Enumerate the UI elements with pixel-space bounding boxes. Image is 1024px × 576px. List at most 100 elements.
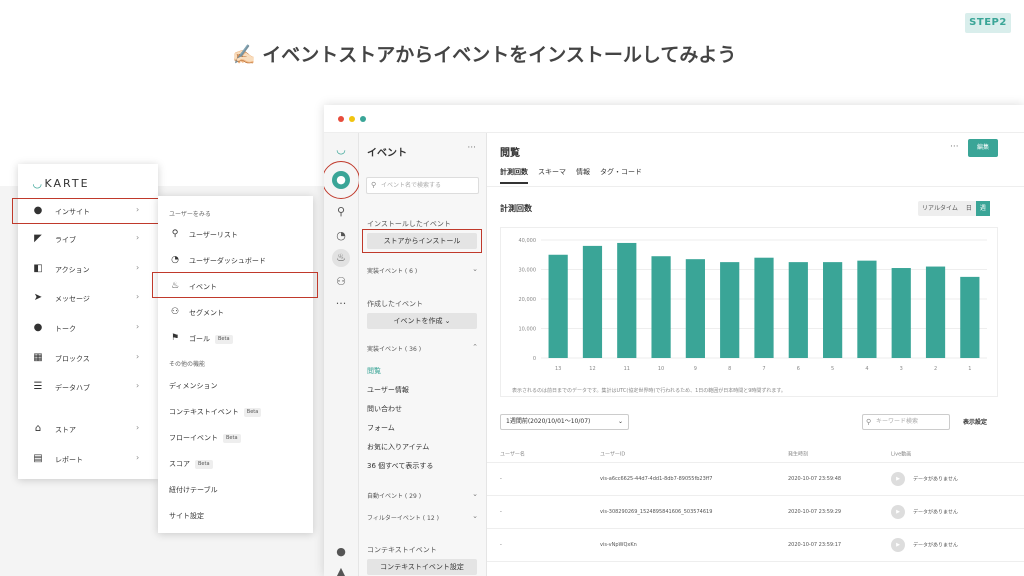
event-item-inquiry[interactable]: 問い合わせ (367, 404, 402, 414)
submenu-item-flow-event[interactable]: フローイベント Beta (158, 427, 313, 447)
range-realtime[interactable]: リアルタイム (918, 201, 962, 216)
table-row[interactable]: - vis-vNpWQxKn 2020-10-07 23:59:17 ▶ データ… (487, 529, 1024, 562)
tab-count[interactable]: 計測回数 (500, 167, 528, 184)
submenu-item-segment[interactable]: ⚇ セグメント (158, 302, 313, 322)
chart-bar[interactable] (685, 259, 705, 358)
window-close-dot[interactable] (338, 115, 344, 122)
menu-item-store[interactable]: ⌂ ストア › (18, 419, 158, 441)
insight-highlight-box (12, 198, 163, 224)
create-event-button[interactable]: イベントを作成 ⌄ (367, 313, 477, 329)
live-icon: ◤ (34, 233, 42, 244)
karte-logo-icon[interactable]: ◡ (332, 141, 350, 159)
submenu-item-site-settings[interactable]: サイト設定 (158, 505, 313, 525)
chevron-down-icon[interactable]: ⌄ (472, 512, 478, 520)
more-icon[interactable]: ··· (332, 295, 350, 313)
event-item-form[interactable]: フォーム (367, 423, 395, 433)
row-user-id[interactable]: vis-vNpWQxKn (600, 542, 637, 548)
row-user-id[interactable]: vis-a6cc6625-44d7-4dd1-8db7-89055fb23ff7 (600, 476, 712, 482)
submenu-item-label: ゴール Beta (189, 334, 233, 344)
play-icon[interactable]: ▶ (891, 538, 905, 552)
window-zoom-dot[interactable] (360, 115, 366, 122)
chevron-down-icon: ⌄ (617, 418, 623, 425)
table-row[interactable]: - vis-a6cc6625-44d7-4dd1-8db7-89055fb23f… (487, 463, 1024, 496)
submenu-item-context-event[interactable]: コンテキストイベント Beta (158, 401, 313, 421)
database-icon: ☰ (33, 381, 43, 392)
menu-item-blocks[interactable]: ▦ ブロックス › (18, 348, 158, 370)
menu-item-action[interactable]: ◧ アクション › (18, 259, 158, 281)
play-icon[interactable]: ▶ (891, 472, 905, 486)
auto-events-label[interactable]: 自動イベント ( 29 ) (367, 491, 421, 500)
submenu-section-users: ユーザーをみる (169, 211, 211, 218)
chevron-up-icon[interactable]: ⌃ (472, 343, 478, 351)
submenu-item-user-dashboard[interactable]: ◔ ユーザーダッシュボード (158, 250, 313, 270)
menu-item-talk[interactable]: ● トーク › (18, 318, 158, 340)
event-search-placeholder: イベント名で検索する (381, 182, 442, 189)
slide-title: ✍🏻 イベントストアからイベントをインストールしてみよう (232, 44, 737, 66)
chart-bar[interactable] (582, 245, 603, 358)
row-user-id[interactable]: vis-308290269_1524895841606_503574619 (600, 509, 712, 515)
chart-bar[interactable] (788, 262, 808, 358)
chart-bar[interactable] (754, 257, 774, 358)
bell-icon[interactable]: ▲ (332, 563, 350, 576)
display-settings-link[interactable]: 表示設定 (963, 417, 987, 426)
submenu-item-score[interactable]: スコア Beta (158, 453, 313, 473)
main-more-icon[interactable]: ··· (950, 142, 959, 152)
chart-bar[interactable] (548, 254, 568, 358)
chart-bar[interactable] (720, 262, 740, 358)
range-day[interactable]: 日 (962, 201, 976, 216)
installed-count-label[interactable]: 実装イベント ( 6 ) (367, 266, 417, 275)
insight-submenu: ユーザーをみる ⚲ ユーザーリスト ◔ ユーザーダッシュボード ♨ イベント ⚇… (158, 196, 313, 533)
event-panel: イベント ··· ⚲ イベント名で検索する インストールしたイベント ストアから… (359, 133, 487, 576)
chart-bar[interactable] (823, 262, 843, 358)
period-select[interactable]: 1週間前(2020/10/01〜10/07) ⌄ (500, 414, 629, 430)
submenu-item-goal[interactable]: ⚑ ゴール Beta (158, 328, 313, 348)
chart-bar[interactable] (857, 260, 877, 358)
submenu-item-dimension[interactable]: ディメンション (158, 375, 313, 395)
chevron-down-icon[interactable]: ⌄ (472, 265, 478, 273)
insight-user-icon[interactable]: ● (332, 171, 350, 189)
chart-bar[interactable] (960, 276, 980, 358)
context-event-settings-button[interactable]: コンテキストイベント設定 (367, 559, 477, 575)
fire-icon[interactable]: ♨ (332, 249, 350, 267)
window-minimize-dot[interactable] (349, 115, 355, 122)
keyword-search-input[interactable]: ⚲ キーワード検索 (862, 414, 950, 430)
event-item-user-info[interactable]: ユーザー情報 (367, 385, 409, 395)
edit-button[interactable]: 編集 (968, 139, 998, 157)
impl-events-label[interactable]: 実装イベント ( 36 ) (367, 344, 421, 353)
x-tick-label: 9 (694, 366, 697, 372)
chart-bar[interactable] (651, 256, 671, 358)
menu-item-report[interactable]: ▤ レポート › (18, 449, 158, 471)
karte-logo: ◡ KARTE (33, 177, 90, 190)
submenu-item-link-table[interactable]: 紐付けテーブル (158, 479, 313, 499)
users-icon[interactable]: ⚇ (332, 273, 350, 291)
tab-info[interactable]: 情報 (576, 167, 590, 184)
tab-schema[interactable]: スキーマ (538, 167, 566, 184)
chart-bar[interactable] (617, 242, 637, 358)
event-item-favorite[interactable]: お気に入りアイテム (367, 442, 429, 452)
menu-item-datahub[interactable]: ☰ データハブ › (18, 377, 158, 399)
chart-bar[interactable] (891, 268, 911, 358)
range-week[interactable]: 週 (975, 201, 990, 216)
tab-tag-code[interactable]: タグ・コード (600, 167, 642, 184)
filter-events-label[interactable]: フィルターイベント ( 12 ) (367, 513, 439, 522)
menu-item-message[interactable]: ➤ メッセージ › (18, 288, 158, 310)
main-content: 閲覧 ··· 編集 計測回数 スキーマ 情報 タグ・コード 計測回数 リアルタイ… (487, 133, 1024, 576)
play-icon[interactable]: ▶ (891, 505, 905, 519)
event-item-view[interactable]: 閲覧 (367, 366, 381, 376)
menu-item-live[interactable]: ◤ ライブ › (18, 229, 158, 251)
submenu-item-user-list[interactable]: ⚲ ユーザーリスト (158, 224, 313, 244)
help-icon[interactable]: ● (332, 543, 350, 561)
beta-badge: Beta (215, 335, 233, 344)
table-row[interactable]: - vis-308290269_1524895841606_503574619 … (487, 496, 1024, 529)
show-all-events-link[interactable]: 36 個すべて表示する (367, 461, 433, 471)
user-search-icon[interactable]: ⚲ (332, 203, 350, 221)
count-chart: 0 10,000 20,000 30,000 40,000 13 12 11 10 9 8 7 6 5 4 3… (500, 227, 998, 397)
event-search-input[interactable]: ⚲ イベント名で検索する (366, 177, 479, 194)
chevron-down-icon[interactable]: ⌄ (472, 490, 478, 498)
panel-more-icon[interactable]: ··· (467, 143, 476, 153)
col-time: 発生時刻 (788, 451, 809, 457)
chevron-right-icon: › (136, 292, 140, 301)
dashboard-icon[interactable]: ◔ (332, 227, 350, 245)
chart-bar[interactable] (925, 266, 946, 358)
row-live: データがありません (913, 542, 958, 549)
